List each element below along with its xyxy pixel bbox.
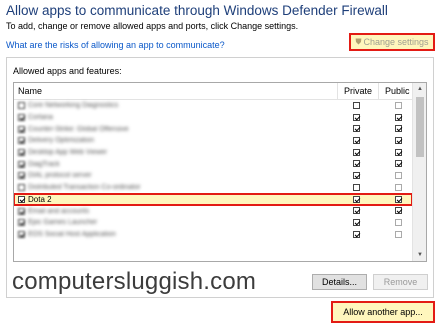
change-settings-button[interactable]: ⛊ Change settings — [349, 33, 435, 51]
app-name-label: EOS Social Host Application — [28, 230, 116, 238]
app-enabled-checkbox[interactable] — [18, 219, 25, 227]
public-checkbox[interactable] — [395, 183, 402, 191]
app-enabled-checkbox[interactable] — [18, 195, 25, 203]
column-header-name[interactable]: Name — [18, 86, 42, 96]
public-checkbox[interactable] — [395, 137, 402, 145]
public-checkbox[interactable] — [395, 113, 402, 121]
app-name-label: Epic Games Launcher — [28, 219, 98, 227]
private-checkbox[interactable] — [353, 207, 360, 215]
scroll-down-icon[interactable]: ▼ — [413, 249, 426, 261]
app-enabled-checkbox[interactable] — [18, 114, 25, 122]
app-row[interactable]: Epic Games Launcher — [14, 217, 412, 229]
private-checkbox[interactable] — [353, 230, 360, 238]
column-divider[interactable] — [337, 83, 338, 99]
app-row[interactable]: Delivery Optimization — [14, 135, 412, 147]
private-checkbox[interactable] — [353, 195, 360, 203]
app-name-label: Core Networking Diagnostics — [28, 102, 119, 110]
private-checkbox[interactable] — [353, 172, 360, 180]
app-row-dota-2[interactable]: Dota 2 — [14, 192, 413, 207]
allowed-apps-panel: Allowed apps and features: Name Private … — [6, 57, 434, 298]
public-checkbox[interactable] — [395, 160, 402, 168]
app-name-label: Distributed Transaction Co-ordinator — [28, 184, 141, 192]
page-subtitle: To add, change or remove allowed apps an… — [6, 21, 299, 31]
public-checkbox[interactable] — [395, 195, 402, 203]
app-name-cell: DIAL protocol server — [18, 170, 92, 182]
app-name-cell: Core Networking Diagnostics — [18, 100, 118, 112]
watermark: computersluggish.com — [12, 268, 257, 295]
app-name-cell: Email and accounts — [18, 205, 89, 217]
app-enabled-checkbox[interactable] — [18, 230, 25, 238]
app-row[interactable]: Cortana — [14, 112, 412, 124]
app-name-cell: Delivery Optimization — [18, 135, 94, 147]
app-row[interactable]: DIAL protocol server — [14, 170, 412, 182]
app-name-label: Desktop App Web Viewer — [28, 149, 108, 157]
public-checkbox[interactable] — [395, 207, 402, 215]
app-enabled-checkbox[interactable] — [18, 184, 25, 192]
private-checkbox[interactable] — [353, 102, 360, 109]
app-row[interactable]: Counter-Strike: Global Offensive — [14, 123, 412, 135]
app-name-label: Email and accounts — [28, 207, 90, 215]
public-checkbox[interactable] — [395, 148, 402, 156]
app-enabled-checkbox[interactable] — [18, 149, 25, 157]
app-name-cell: DiagTrack — [18, 158, 60, 170]
public-checkbox[interactable] — [395, 102, 402, 109]
app-enabled-checkbox[interactable] — [18, 172, 25, 180]
app-row[interactable]: Core Networking Diagnostics — [14, 100, 412, 112]
app-enabled-checkbox[interactable] — [18, 207, 25, 215]
allow-another-app-button[interactable]: Allow another app... — [331, 301, 435, 323]
details-button[interactable]: Details... — [312, 274, 367, 290]
change-settings-label: Change settings — [363, 37, 429, 47]
app-name-label: DiagTrack — [28, 160, 60, 168]
list-scrollbar[interactable]: ▲ ▼ — [412, 83, 426, 261]
app-name-cell: Dota 2 — [18, 194, 52, 206]
risks-link[interactable]: What are the risks of allowing an app to… — [6, 40, 225, 50]
app-name-label: DIAL protocol server — [28, 172, 92, 180]
page-title: Allow apps to communicate through Window… — [6, 3, 388, 18]
app-name-label: Delivery Optimization — [28, 137, 95, 145]
private-checkbox[interactable] — [353, 218, 360, 226]
app-enabled-checkbox[interactable] — [18, 102, 25, 110]
app-name-cell: Epic Games Launcher — [18, 217, 97, 229]
list-header: Name Private Public — [14, 83, 412, 100]
private-checkbox[interactable] — [353, 137, 360, 145]
scroll-up-icon[interactable]: ▲ — [413, 83, 426, 95]
uac-shield-icon: ⛊ — [355, 37, 362, 46]
app-row[interactable]: Desktop App Web Viewer — [14, 147, 412, 159]
private-checkbox[interactable] — [353, 148, 360, 156]
app-row[interactable]: EOS Social Host Application — [14, 229, 412, 241]
app-name-cell: Cortana — [18, 112, 53, 124]
app-name-cell: Desktop App Web Viewer — [18, 147, 107, 159]
column-divider[interactable] — [378, 83, 379, 99]
column-header-private[interactable]: Private — [344, 86, 372, 96]
app-name-cell: EOS Social Host Application — [18, 229, 116, 241]
app-name-label: Cortana — [28, 114, 53, 122]
scroll-thumb[interactable] — [416, 97, 424, 157]
public-checkbox[interactable] — [395, 230, 402, 238]
app-name-cell: Counter-Strike: Global Offensive — [18, 123, 129, 135]
app-rows: Core Networking Diagnostics Cortana Counte… — [14, 100, 413, 241]
public-checkbox[interactable] — [395, 218, 402, 226]
app-enabled-checkbox[interactable] — [18, 125, 25, 133]
private-checkbox[interactable] — [353, 113, 360, 121]
app-name-label: Dota 2 — [28, 194, 52, 204]
public-checkbox[interactable] — [395, 172, 402, 180]
app-row[interactable]: Distributed Transaction Co-ordinator — [14, 182, 412, 194]
public-checkbox[interactable] — [395, 125, 402, 133]
app-row[interactable]: Email and accounts — [14, 205, 412, 217]
app-name-cell: Distributed Transaction Co-ordinator — [18, 182, 140, 194]
private-checkbox[interactable] — [353, 160, 360, 168]
column-header-public[interactable]: Public — [385, 86, 410, 96]
app-name-label: Counter-Strike: Global Offensive — [28, 125, 129, 133]
app-enabled-checkbox[interactable] — [18, 160, 25, 168]
private-checkbox[interactable] — [353, 183, 360, 191]
allowed-apps-label: Allowed apps and features: — [13, 66, 122, 76]
app-enabled-checkbox[interactable] — [18, 137, 25, 145]
app-row[interactable]: DiagTrack — [14, 158, 412, 170]
private-checkbox[interactable] — [353, 125, 360, 133]
allowed-apps-list[interactable]: Name Private Public Core Networking Diag… — [13, 82, 427, 262]
remove-button[interactable]: Remove — [373, 274, 428, 290]
